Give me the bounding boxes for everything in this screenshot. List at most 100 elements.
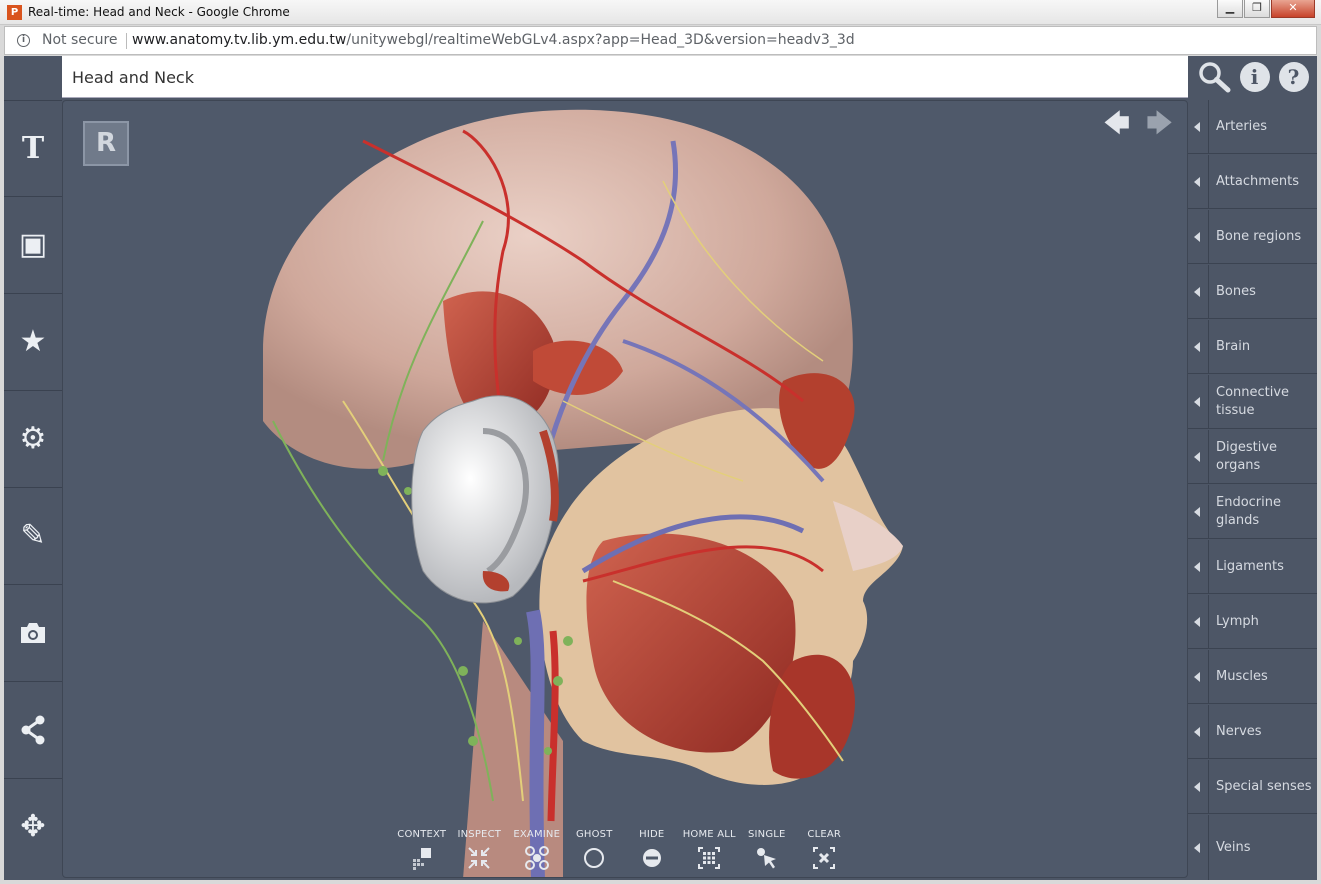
system-item-special-senses[interactable]: Special senses xyxy=(1188,760,1317,814)
lymph-node xyxy=(514,637,522,645)
system-item-endocrine-glands[interactable]: Endocrine glands xyxy=(1188,485,1317,539)
hide-icon xyxy=(642,849,661,867)
forward-arrow-icon[interactable]: 🡆 xyxy=(1146,111,1173,137)
move-button[interactable]: ✥ xyxy=(4,778,62,874)
collapse-arrow-icon xyxy=(1194,396,1200,407)
frame-icon: ▣ xyxy=(18,227,48,262)
back-arrow-icon[interactable]: 🡄 xyxy=(1103,111,1130,137)
system-item-nerves[interactable]: Nerves xyxy=(1188,705,1317,759)
system-item-veins[interactable]: Veins xyxy=(1188,815,1317,880)
frame-tool-button[interactable]: ▣ xyxy=(4,196,62,292)
window-controls: ▁ ❐ ✕ xyxy=(1216,0,1315,18)
clear-tool[interactable]: CLEAR xyxy=(796,823,854,877)
share-icon xyxy=(21,715,45,744)
system-item-arteries[interactable]: Arteries xyxy=(1188,100,1317,154)
system-label: Special senses xyxy=(1216,778,1312,794)
search-header[interactable]: Head and Neck xyxy=(62,56,1188,98)
system-label: Muscles xyxy=(1216,668,1268,684)
collapse-arrow-icon xyxy=(1194,616,1200,627)
camera-icon xyxy=(21,622,45,643)
system-label: Ligaments xyxy=(1216,558,1284,574)
reset-badge[interactable]: R xyxy=(83,121,129,166)
pointer-icon xyxy=(756,848,776,869)
collapse-arrow-icon xyxy=(1194,506,1200,517)
system-label: Endocrine glands xyxy=(1216,494,1281,528)
3d-viewport[interactable]: R 🡄 🡆 CONTEXT INSPECT EXAMINE GHOST HIDE… xyxy=(62,100,1188,878)
divider xyxy=(1208,595,1209,648)
system-label: Bone regions xyxy=(1216,228,1302,244)
collapse-arrow-icon xyxy=(1194,231,1200,242)
text-tool-button[interactable]: T xyxy=(4,100,62,196)
camera-button[interactable] xyxy=(4,584,62,680)
examine-tool[interactable]: EXAMINE xyxy=(508,823,566,877)
minimize-button[interactable]: ▁ xyxy=(1217,0,1243,18)
text-icon: T xyxy=(21,131,45,166)
tool-label: CONTEXT xyxy=(397,829,447,840)
address-bar[interactable]: i Not secure www.anatomy.tv.lib.ym.edu.t… xyxy=(4,26,1317,55)
tool-label: HIDE xyxy=(639,829,665,840)
system-item-muscles[interactable]: Muscles xyxy=(1188,650,1317,704)
pencil-icon: ✎ xyxy=(20,518,46,553)
left-toolbar-top xyxy=(4,56,62,98)
info-icon[interactable]: i xyxy=(1239,62,1270,92)
home-all-icon xyxy=(698,847,721,869)
inspect-tool[interactable]: INSPECT xyxy=(451,823,509,877)
collapse-arrow-icon xyxy=(1194,671,1200,682)
collapse-arrow-icon xyxy=(1194,726,1200,737)
system-item-bone-regions[interactable]: Bone regions xyxy=(1188,210,1317,264)
system-item-brain[interactable]: Brain xyxy=(1188,320,1317,374)
settings-button[interactable]: ⚙ xyxy=(4,390,62,486)
tool-label: INSPECT xyxy=(457,829,502,840)
single-tool[interactable]: SINGLE xyxy=(738,823,796,877)
window-title-bar: P Real-time: Head and Neck - Google Chro… xyxy=(0,0,1321,25)
window-title: Real-time: Head and Neck - Google Chrome xyxy=(28,5,290,19)
system-label: Arteries xyxy=(1216,118,1268,134)
app-icon: P xyxy=(7,5,22,20)
home-all-tool[interactable]: HOME ALL xyxy=(681,823,739,877)
collapse-arrow-icon xyxy=(1194,341,1200,352)
search-icon[interactable] xyxy=(1197,61,1231,93)
context-icon xyxy=(412,848,431,870)
divider xyxy=(1208,540,1209,593)
site-info-icon[interactable]: i xyxy=(17,34,30,47)
anatomy-app: Head and Neck i ? R 🡄 🡆 CONTEXT INSPECT … xyxy=(4,56,1317,880)
context-tool[interactable]: CONTEXT xyxy=(393,823,451,877)
divider xyxy=(1208,100,1209,153)
maximize-button[interactable]: ❐ xyxy=(1244,0,1270,18)
tool-label: HOME ALL xyxy=(682,829,736,840)
share-button[interactable] xyxy=(4,681,62,777)
close-button[interactable]: ✕ xyxy=(1271,0,1315,18)
head-neck-model[interactable] xyxy=(63,101,1188,878)
url-text[interactable]: www.anatomy.tv.lib.ym.edu.tw/unitywebgl/… xyxy=(132,32,855,48)
url-path: /unitywebgl/realtimeWebGLv4.aspx?app=Hea… xyxy=(346,32,855,48)
system-label: Bones xyxy=(1216,283,1256,299)
help-icon[interactable]: ? xyxy=(1278,62,1309,92)
security-status[interactable]: Not secure xyxy=(42,32,118,48)
system-item-attachments[interactable]: Attachments xyxy=(1188,155,1317,209)
tool-label: SINGLE xyxy=(747,829,786,840)
system-item-ligaments[interactable]: Ligaments xyxy=(1188,540,1317,594)
system-item-bones[interactable]: Bones xyxy=(1188,265,1317,319)
hide-tool[interactable]: HIDE xyxy=(623,823,681,877)
divider xyxy=(1208,375,1209,428)
divider xyxy=(1208,265,1209,318)
system-label: Nerves xyxy=(1216,723,1262,739)
tool-label: GHOST xyxy=(575,829,613,840)
divider xyxy=(1208,815,1209,880)
system-item-connective-tissue[interactable]: Connective tissue xyxy=(1188,375,1317,429)
system-label: Brain xyxy=(1216,338,1251,354)
system-label: Attachments xyxy=(1216,173,1299,189)
address-divider xyxy=(126,33,127,49)
ghost-tool[interactable]: GHOST xyxy=(566,823,624,877)
system-item-lymph[interactable]: Lymph xyxy=(1188,595,1317,649)
favorites-button[interactable]: ★ xyxy=(4,293,62,389)
lymph-node xyxy=(378,466,388,476)
tool-label: EXAMINE xyxy=(513,829,561,840)
lymph-node xyxy=(544,747,552,755)
star-icon: ★ xyxy=(19,324,47,359)
draw-tool-button[interactable]: ✎ xyxy=(4,487,62,583)
system-item-digestive-organs[interactable]: Digestive organs xyxy=(1188,430,1317,484)
clear-icon xyxy=(813,847,836,869)
ghost-icon xyxy=(584,848,605,868)
collapse-arrow-icon xyxy=(1194,121,1200,132)
